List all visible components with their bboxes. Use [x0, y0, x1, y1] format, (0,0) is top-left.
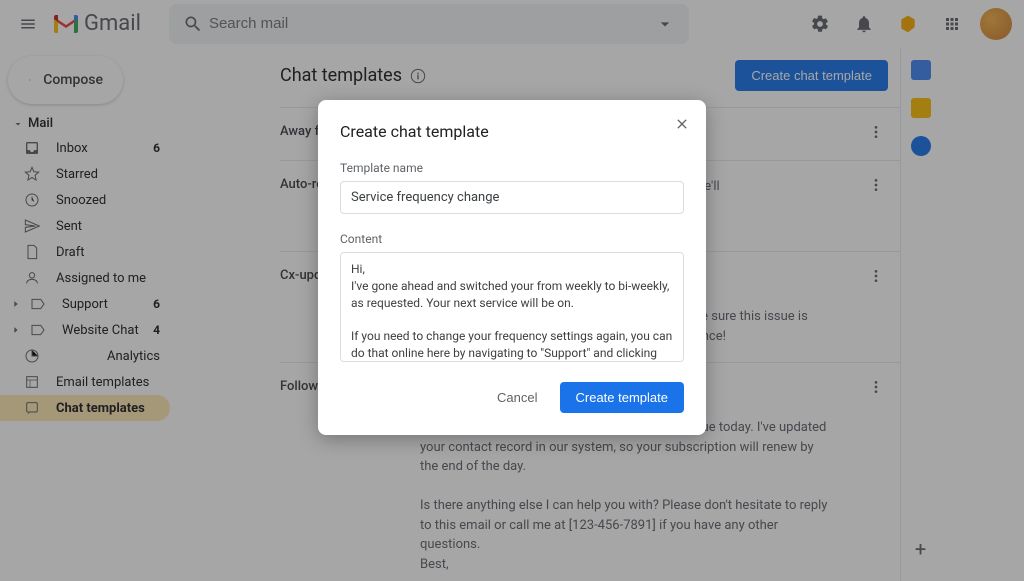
name-field-label: Template name	[340, 161, 684, 175]
content-field-label: Content	[340, 232, 684, 246]
template-content-textarea[interactable]	[340, 252, 684, 362]
modal-title: Create chat template	[340, 122, 684, 141]
close-icon	[674, 116, 690, 132]
cancel-button[interactable]: Cancel	[483, 382, 551, 413]
modal-actions: Cancel Create template	[340, 382, 684, 413]
template-name-input[interactable]	[340, 181, 684, 214]
modal-close-button[interactable]	[674, 116, 690, 132]
create-template-modal: Create chat template Template name Conte…	[318, 100, 706, 435]
create-template-submit-button[interactable]: Create template	[560, 382, 685, 413]
modal-overlay: Create chat template Template name Conte…	[0, 0, 1024, 581]
